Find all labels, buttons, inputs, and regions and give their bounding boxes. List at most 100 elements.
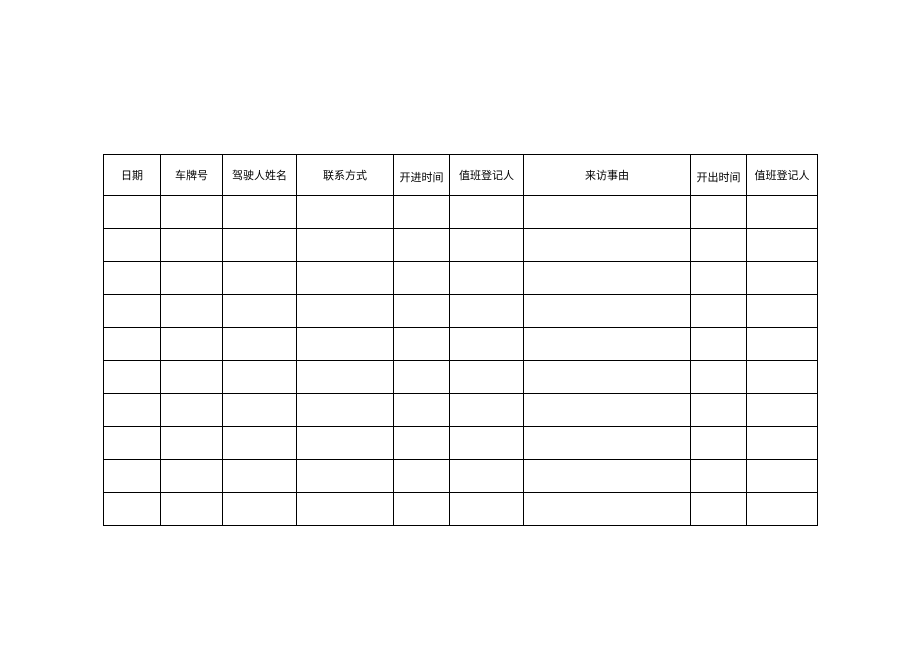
- table-cell: [691, 328, 747, 361]
- table-cell: [691, 394, 747, 427]
- table-cell: [747, 295, 818, 328]
- table-cell: [223, 229, 297, 262]
- table-cell: [524, 361, 691, 394]
- table-cell: [747, 262, 818, 295]
- table-cell: [104, 361, 161, 394]
- table-cell: [450, 361, 524, 394]
- table-cell: [297, 229, 394, 262]
- table-cell: [223, 196, 297, 229]
- table-cell: [297, 394, 394, 427]
- table-cell: [223, 262, 297, 295]
- table-cell: [297, 262, 394, 295]
- table-cell: [297, 460, 394, 493]
- header-contact: 联系方式: [297, 155, 394, 196]
- table-cell: [394, 328, 450, 361]
- table-cell: [450, 427, 524, 460]
- table-cell: [104, 460, 161, 493]
- table-cell: [394, 493, 450, 526]
- table-cell: [161, 493, 223, 526]
- table-cell: [223, 427, 297, 460]
- table-cell: [394, 295, 450, 328]
- table-cell: [104, 196, 161, 229]
- header-plate-number: 车牌号: [161, 155, 223, 196]
- table-cell: [450, 394, 524, 427]
- table-cell: [524, 493, 691, 526]
- table-cell: [394, 460, 450, 493]
- table-row: [104, 196, 818, 229]
- table-cell: [747, 229, 818, 262]
- table-cell: [297, 361, 394, 394]
- table-cell: [161, 328, 223, 361]
- header-duty-registrar-in: 值班登记人: [450, 155, 524, 196]
- table-cell: [450, 196, 524, 229]
- table-cell: [394, 262, 450, 295]
- table-cell: [223, 460, 297, 493]
- table-row: [104, 427, 818, 460]
- table-cell: [394, 427, 450, 460]
- table-header-row: 日期 车牌号 驾驶人姓名 联系方式 开进时间 值班登记人 来访事由 开出时间 值…: [104, 155, 818, 196]
- table-cell: [450, 328, 524, 361]
- table-cell: [104, 493, 161, 526]
- registration-form-table: 日期 车牌号 驾驶人姓名 联系方式 开进时间 值班登记人 来访事由 开出时间 值…: [103, 154, 817, 526]
- table-cell: [161, 229, 223, 262]
- table-cell: [223, 394, 297, 427]
- table-cell: [104, 427, 161, 460]
- table-cell: [691, 295, 747, 328]
- header-visit-reason: 来访事由: [524, 155, 691, 196]
- table-cell: [747, 460, 818, 493]
- header-driver-name: 驾驶人姓名: [223, 155, 297, 196]
- table-cell: [524, 229, 691, 262]
- table-cell: [394, 229, 450, 262]
- table-cell: [161, 295, 223, 328]
- table-cell: [161, 394, 223, 427]
- table-cell: [691, 427, 747, 460]
- table-cell: [297, 196, 394, 229]
- table-cell: [524, 460, 691, 493]
- table-cell: [450, 229, 524, 262]
- table-cell: [524, 262, 691, 295]
- table-cell: [524, 295, 691, 328]
- table-cell: [524, 328, 691, 361]
- table-cell: [691, 460, 747, 493]
- header-duty-registrar-out: 值班登记人: [747, 155, 818, 196]
- table-cell: [524, 196, 691, 229]
- table-cell: [691, 262, 747, 295]
- vehicle-registration-table: 日期 车牌号 驾驶人姓名 联系方式 开进时间 值班登记人 来访事由 开出时间 值…: [103, 154, 818, 526]
- table-cell: [394, 196, 450, 229]
- table-row: [104, 394, 818, 427]
- table-cell: [450, 493, 524, 526]
- table-cell: [691, 493, 747, 526]
- table-cell: [223, 295, 297, 328]
- table-row: [104, 361, 818, 394]
- table-cell: [691, 196, 747, 229]
- table-cell: [223, 493, 297, 526]
- table-cell: [394, 361, 450, 394]
- table-cell: [104, 262, 161, 295]
- table-row: [104, 262, 818, 295]
- header-date: 日期: [104, 155, 161, 196]
- table-cell: [747, 427, 818, 460]
- table-cell: [161, 427, 223, 460]
- table-cell: [747, 361, 818, 394]
- table-row: [104, 493, 818, 526]
- table-cell: [524, 427, 691, 460]
- header-exit-time: 开出时间: [691, 155, 747, 196]
- table-cell: [747, 394, 818, 427]
- table-row: [104, 295, 818, 328]
- table-cell: [104, 328, 161, 361]
- table-cell: [450, 295, 524, 328]
- table-cell: [223, 361, 297, 394]
- table-cell: [691, 229, 747, 262]
- table-body: [104, 196, 818, 526]
- table-row: [104, 229, 818, 262]
- table-cell: [394, 394, 450, 427]
- table-cell: [297, 427, 394, 460]
- table-cell: [297, 493, 394, 526]
- table-row: [104, 328, 818, 361]
- table-cell: [223, 328, 297, 361]
- table-cell: [104, 295, 161, 328]
- table-cell: [747, 196, 818, 229]
- table-row: [104, 460, 818, 493]
- table-cell: [691, 361, 747, 394]
- table-cell: [297, 295, 394, 328]
